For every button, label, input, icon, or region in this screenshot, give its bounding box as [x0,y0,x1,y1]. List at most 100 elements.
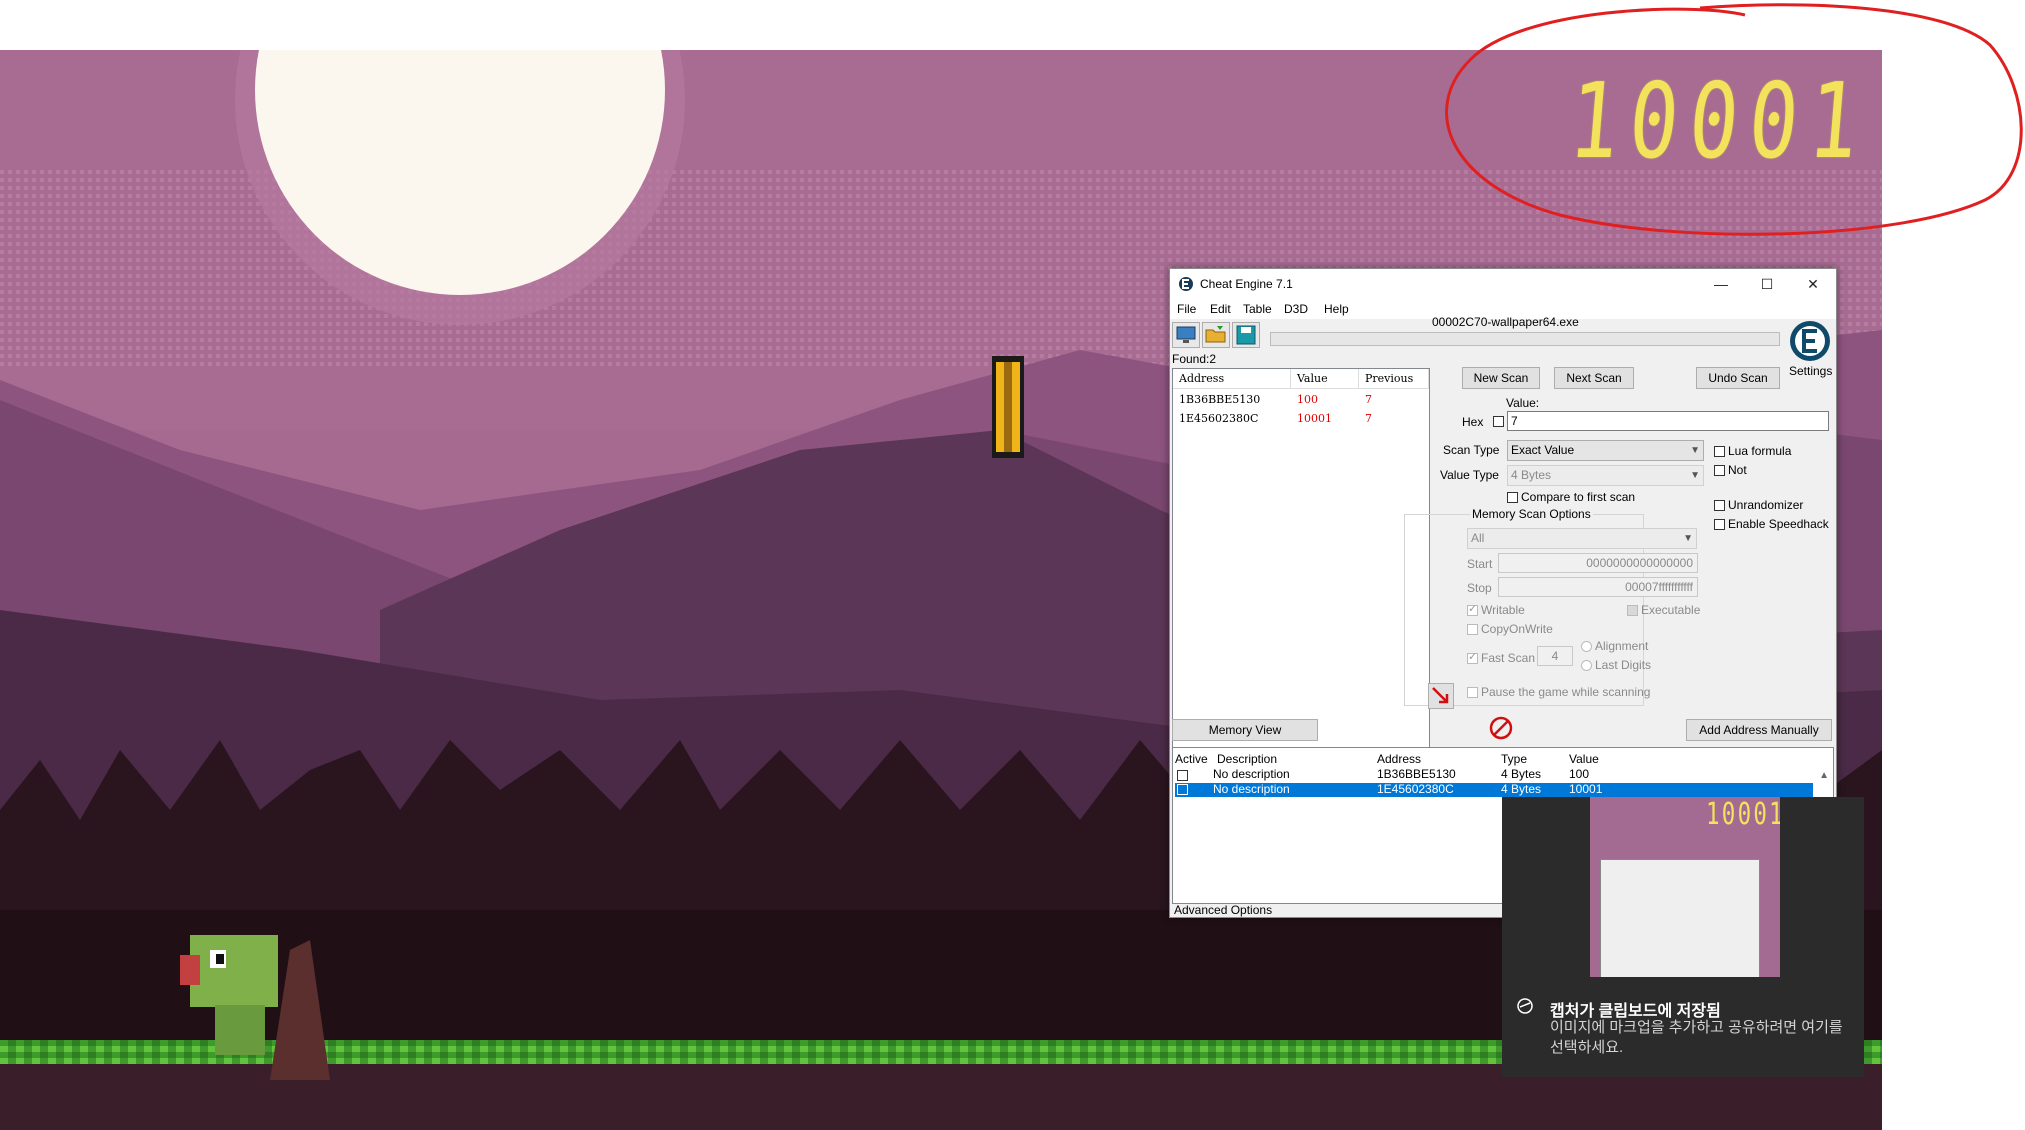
memory-region-select[interactable]: All ▼ [1467,528,1697,549]
menu-d3d[interactable]: D3D [1284,302,1308,316]
minimize-button[interactable]: — [1698,269,1744,299]
speedhack-checkbox[interactable] [1714,519,1725,530]
snip-notification[interactable]: 10001 캡처가 클립보드에 저장됨 이미지에 마크업을 추가하고 공유하려면… [1502,797,1864,1077]
col-value[interactable]: Value [1569,752,1599,766]
menu-file[interactable]: File [1177,302,1196,316]
header-previous[interactable]: Previous [1359,369,1429,389]
not-label: Not [1728,463,1747,477]
menu-help[interactable]: Help [1324,302,1349,316]
stop-icon[interactable] [1488,715,1514,741]
add-to-list-arrow-icon[interactable] [1428,683,1454,709]
speedhack-label: Enable Speedhack [1728,517,1829,531]
scroll-up-icon[interactable]: ▲ [1819,770,1829,781]
header-address[interactable]: Address [1173,369,1291,389]
entry-description[interactable]: No description [1213,767,1290,781]
cheat-engine-logo-icon [1179,277,1193,291]
result-previous: 7 [1365,393,1372,406]
value-label: Value: [1506,396,1540,410]
scan-type-label: Scan Type [1443,443,1500,457]
next-scan-button[interactable]: Next Scan [1554,367,1634,389]
add-address-manually-button[interactable]: Add Address Manually [1686,719,1832,741]
settings-label[interactable]: Settings [1789,364,1832,378]
open-process-icon[interactable] [1172,322,1200,348]
value-type-select[interactable]: 4 Bytes ▼ [1507,465,1704,486]
notification-message: 이미지에 마크업을 추가하고 공유하려면 여기를 선택하세요. [1550,1019,1843,1056]
col-type[interactable]: Type [1501,752,1527,766]
lua-formula-checkbox[interactable] [1714,446,1725,457]
unrandomizer-checkbox[interactable] [1714,500,1725,511]
header-value[interactable]: Value [1291,369,1359,389]
cheat-engine-settings-logo-icon[interactable] [1785,317,1835,365]
col-description[interactable]: Description [1217,752,1277,766]
memory-view-button[interactable]: Memory View [1172,719,1318,741]
executable-label: Executable [1641,603,1701,617]
save-icon[interactable] [1232,322,1260,348]
scan-progress-bar [1270,332,1780,346]
unrandomizer-label: Unrandomizer [1728,498,1804,512]
entry-address[interactable]: 1E45602380C [1377,782,1454,796]
col-active[interactable]: Active [1175,752,1208,766]
menu-table[interactable]: Table [1243,302,1272,316]
active-checkbox[interactable] [1177,784,1188,795]
copy-on-write-checkbox[interactable] [1467,624,1478,635]
memory-scan-options-title: Memory Scan Options [1470,507,1593,521]
coin [992,356,1024,458]
result-address[interactable]: 1E45602380C [1179,412,1258,425]
new-scan-button[interactable]: New Scan [1462,367,1540,389]
scan-results-list[interactable]: Address Value Previous 1B36BBE5130 100 7… [1172,368,1430,754]
start-label: Start [1467,557,1493,571]
copy-on-write-label: CopyOnWrite [1481,622,1553,636]
result-value[interactable]: 100 [1297,393,1318,406]
alignment-label: Alignment [1595,639,1649,653]
executable-checkbox[interactable] [1627,605,1638,616]
result-previous: 7 [1365,412,1372,425]
found-count: 2 [1209,352,1217,366]
entry-type[interactable]: 4 Bytes [1501,782,1541,796]
fast-scan-label: Fast Scan [1481,651,1536,665]
pause-game-checkbox[interactable] [1467,687,1478,698]
last-digits-label: Last Digits [1595,658,1652,672]
thumbnail-score: 10001 [1706,797,1780,832]
open-file-icon[interactable] [1202,322,1230,348]
thumbnail-cheat-engine [1600,859,1760,977]
found-label: Found:2 [1172,352,1217,366]
capture-thumbnail[interactable]: 10001 [1590,797,1780,977]
stop-label: Stop [1467,581,1492,595]
col-address[interactable]: Address [1377,752,1421,766]
entry-value[interactable]: 100 [1569,767,1589,781]
not-checkbox[interactable] [1714,465,1725,476]
entry-description[interactable]: No description [1213,782,1290,796]
snip-sketch-icon [1517,998,1533,1014]
compare-first-checkbox[interactable] [1507,492,1518,503]
value-type-label: Value Type [1440,468,1499,482]
title-bar[interactable]: Cheat Engine 7.1 — ☐ ✕ [1170,269,1836,299]
start-address-input[interactable]: 0000000000000000 [1498,553,1698,573]
lua-formula-label: Lua formula [1728,444,1792,458]
compare-first-label: Compare to first scan [1521,490,1636,504]
scan-type-select[interactable]: Exact Value ▼ [1507,440,1704,461]
alignment-radio[interactable] [1581,641,1592,652]
active-checkbox[interactable] [1177,770,1188,781]
result-value[interactable]: 10001 [1297,412,1332,425]
entry-value[interactable]: 10001 [1569,782,1602,796]
value-input[interactable]: 7 [1507,411,1829,431]
fast-scan-checkbox[interactable] [1467,650,1478,664]
last-digits-radio[interactable] [1581,660,1592,671]
window-title: Cheat Engine 7.1 [1200,277,1293,291]
writable-label: Writable [1481,603,1525,617]
entry-type[interactable]: 4 Bytes [1501,767,1541,781]
menu-edit[interactable]: Edit [1210,302,1231,316]
entry-address[interactable]: 1B36BBE5130 [1377,767,1456,781]
close-button[interactable]: ✕ [1790,269,1836,299]
maximize-button[interactable]: ☐ [1744,269,1790,299]
undo-scan-button[interactable]: Undo Scan [1696,367,1780,389]
writable-checkbox[interactable] [1467,602,1478,616]
process-name: 00002C70-wallpaper64.exe [1432,315,1579,329]
hex-checkbox[interactable] [1493,416,1504,427]
stop-address-input[interactable]: 00007fffffffffff [1498,577,1698,597]
advanced-options-link[interactable]: Advanced Options [1174,903,1272,917]
result-address[interactable]: 1B36BBE5130 [1179,393,1260,406]
game-score: 10001 [1564,60,1874,182]
fast-scan-input[interactable]: 4 [1537,646,1573,666]
pause-game-label: Pause the game while scanning [1481,685,1651,699]
